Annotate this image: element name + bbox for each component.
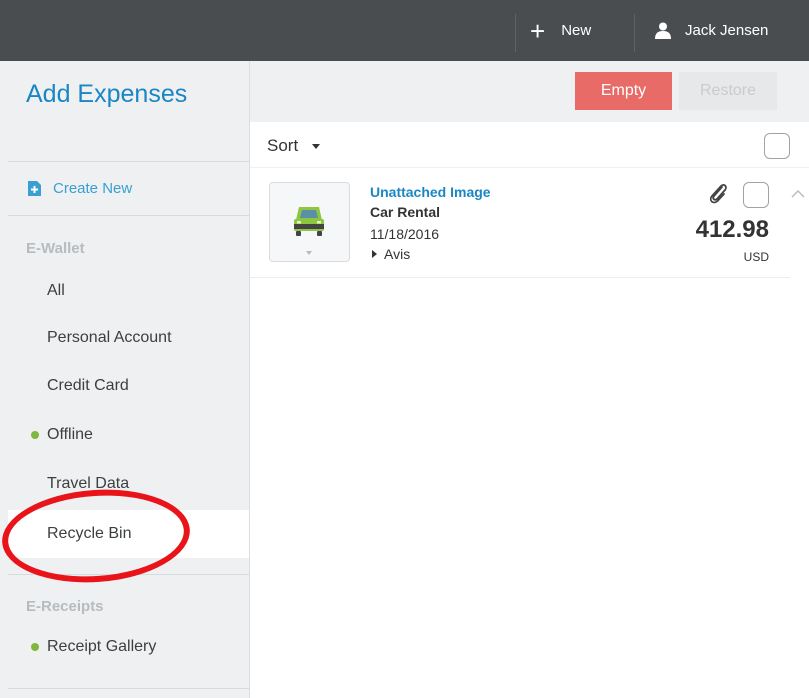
sidebar-item-label: Travel Data (47, 475, 130, 492)
restore-button[interactable]: Restore (679, 72, 777, 110)
new-button[interactable]: + New (530, 0, 591, 61)
sidebar-divider (8, 574, 250, 575)
sidebar-divider (8, 215, 250, 216)
row-select-checkbox[interactable] (743, 182, 769, 208)
sidebar-item-receipt-gallery[interactable]: Receipt Gallery (8, 623, 249, 671)
status-dot (31, 431, 39, 439)
user-menu[interactable]: Jack Jensen (655, 0, 768, 61)
new-button-label: New (561, 22, 592, 39)
expense-date: 11/18/2016 (370, 226, 440, 242)
chevron-up-icon[interactable] (791, 189, 805, 198)
sidebar-item-label: All (47, 282, 65, 299)
sidebar-divider (8, 688, 250, 689)
unattached-image-link[interactable]: Unattached Image (370, 184, 491, 200)
expense-type: Car Rental (370, 204, 441, 220)
car-icon (294, 207, 324, 236)
expense-currency: USD (743, 250, 769, 264)
create-new-link[interactable]: Create New (28, 180, 132, 197)
caret-down-icon (306, 251, 312, 255)
ewallet-heading: E-Wallet (26, 240, 85, 257)
sidebar-item-personal-account[interactable]: Personal Account (8, 314, 249, 362)
topbar-divider (634, 14, 635, 52)
user-name: Jack Jensen (685, 22, 769, 39)
vendor-name: Avis (384, 246, 411, 262)
sidebar-item-recycle-bin[interactable]: Recycle Bin (8, 510, 249, 558)
select-all-checkbox[interactable] (764, 133, 790, 159)
status-dot (31, 643, 39, 651)
sort-bar: Sort (250, 122, 809, 168)
sidebar-item-label: Receipt Gallery (47, 638, 157, 655)
empty-button[interactable]: Empty (575, 72, 672, 110)
expense-amount: 412.98 (695, 216, 769, 243)
topbar-divider (515, 14, 516, 52)
main-panel: Empty Restore Sort Unattached Image Car … (250, 61, 809, 698)
caret-down-icon (312, 143, 321, 149)
expense-row[interactable]: Unattached Image Car Rental 11/18/2016 A… (250, 168, 790, 278)
sidebar-item-label: Offline (47, 426, 93, 443)
sidebar-item-credit-card[interactable]: Credit Card (8, 362, 249, 410)
sidebar-item-travel-data[interactable]: Travel Data (8, 460, 249, 508)
new-document-icon (28, 181, 41, 196)
action-bar: Empty Restore (250, 61, 809, 122)
vendor-toggle[interactable]: Avis (370, 246, 410, 262)
sidebar-item-all[interactable]: All (8, 267, 249, 315)
sidebar: Add Expenses Create New E-Wallet All Per… (0, 61, 250, 698)
ereceipts-heading: E-Receipts (26, 598, 104, 615)
caret-right-icon (372, 250, 377, 258)
page-title: Add Expenses (26, 80, 188, 108)
receipt-thumbnail[interactable] (269, 182, 350, 262)
user-icon (655, 22, 671, 39)
sidebar-item-offline[interactable]: Offline (8, 411, 249, 459)
sidebar-item-label: Personal Account (47, 329, 172, 346)
sort-label: Sort (267, 136, 299, 155)
sidebar-divider (8, 161, 250, 162)
sidebar-item-label: Recycle Bin (47, 525, 132, 542)
paperclip-icon[interactable] (708, 181, 728, 205)
create-new-label: Create New (53, 180, 133, 197)
sort-dropdown[interactable]: Sort (267, 136, 321, 156)
top-bar: + New Jack Jensen (0, 0, 809, 61)
plus-icon: + (530, 15, 546, 46)
sidebar-item-label: Credit Card (47, 377, 129, 394)
